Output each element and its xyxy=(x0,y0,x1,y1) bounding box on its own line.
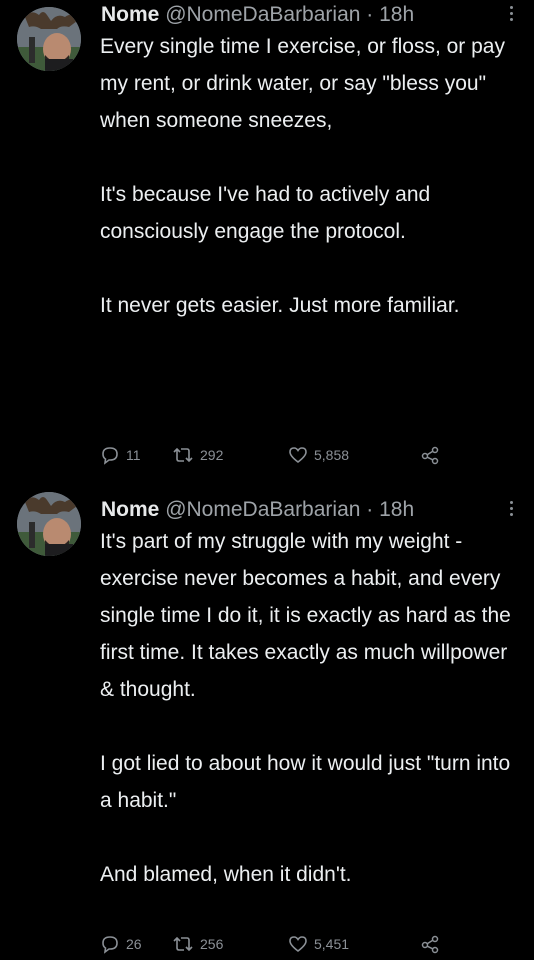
like-count: 5,451 xyxy=(314,936,350,952)
timestamp[interactable]: 18h xyxy=(379,498,414,521)
author-name[interactable]: Nome xyxy=(101,498,159,521)
tweet[interactable]: Nome @NomeDaBarbarian · 18h It's part of… xyxy=(0,485,534,960)
separator: · xyxy=(366,498,374,521)
tweet-text: It's part of my struggle with my weight … xyxy=(100,523,520,893)
timestamp[interactable]: 18h xyxy=(379,3,414,26)
heart-icon xyxy=(289,936,307,953)
avatar[interactable] xyxy=(17,7,81,71)
more-options-icon[interactable] xyxy=(510,6,514,24)
share-icon xyxy=(421,935,439,954)
tweet-paragraph: It never gets easier. Just more familiar… xyxy=(100,294,460,317)
separator: · xyxy=(366,3,374,26)
reply-icon xyxy=(102,447,118,465)
reply-count: 11 xyxy=(126,447,141,463)
author-handle[interactable]: @NomeDaBarbarian xyxy=(165,3,360,26)
tweet-paragraph: I got lied to about how it would just "t… xyxy=(100,752,511,812)
share-button[interactable] xyxy=(420,443,440,467)
tweet-paragraph: And blamed, when it didn't. xyxy=(100,863,352,886)
author-name[interactable]: Nome xyxy=(101,3,159,26)
tweet-paragraph: Every single time I exercise, or floss, … xyxy=(100,35,505,132)
heart-icon xyxy=(289,447,307,464)
tweet-paragraph: It's part of my struggle with my weight … xyxy=(100,530,511,701)
tweet-actions: 11 292 5,858 xyxy=(100,443,500,467)
avatar[interactable] xyxy=(17,492,81,556)
retweet-button[interactable]: 292 xyxy=(172,443,223,467)
avatar-image xyxy=(17,492,81,556)
tweet-header: Nome @NomeDaBarbarian · 18h xyxy=(101,0,494,30)
more-options-icon[interactable] xyxy=(510,501,514,519)
tweet-actions: 26 256 5,451 xyxy=(100,932,500,956)
like-count: 5,858 xyxy=(314,447,350,463)
avatar-image xyxy=(17,7,81,71)
tweet-header: Nome @NomeDaBarbarian · 18h xyxy=(101,495,494,525)
share-button[interactable] xyxy=(420,932,440,956)
retweet-icon xyxy=(173,936,193,952)
reply-button[interactable]: 11 xyxy=(100,443,141,467)
tweet-paragraph: It's because I've had to actively and co… xyxy=(100,183,431,243)
retweet-button[interactable]: 256 xyxy=(172,932,223,956)
retweet-count: 256 xyxy=(200,936,224,952)
tweet[interactable]: Nome @NomeDaBarbarian · 18h Every single… xyxy=(0,0,534,485)
share-icon xyxy=(421,446,439,465)
reply-button[interactable]: 26 xyxy=(100,932,142,956)
like-button[interactable]: 5,858 xyxy=(288,443,349,467)
retweet-count: 292 xyxy=(200,447,224,463)
reply-count: 26 xyxy=(126,936,142,952)
reply-icon xyxy=(102,936,118,954)
like-button[interactable]: 5,451 xyxy=(288,932,349,956)
retweet-icon xyxy=(173,447,193,463)
tweet-text: Every single time I exercise, or floss, … xyxy=(100,28,520,324)
author-handle[interactable]: @NomeDaBarbarian xyxy=(165,498,360,521)
